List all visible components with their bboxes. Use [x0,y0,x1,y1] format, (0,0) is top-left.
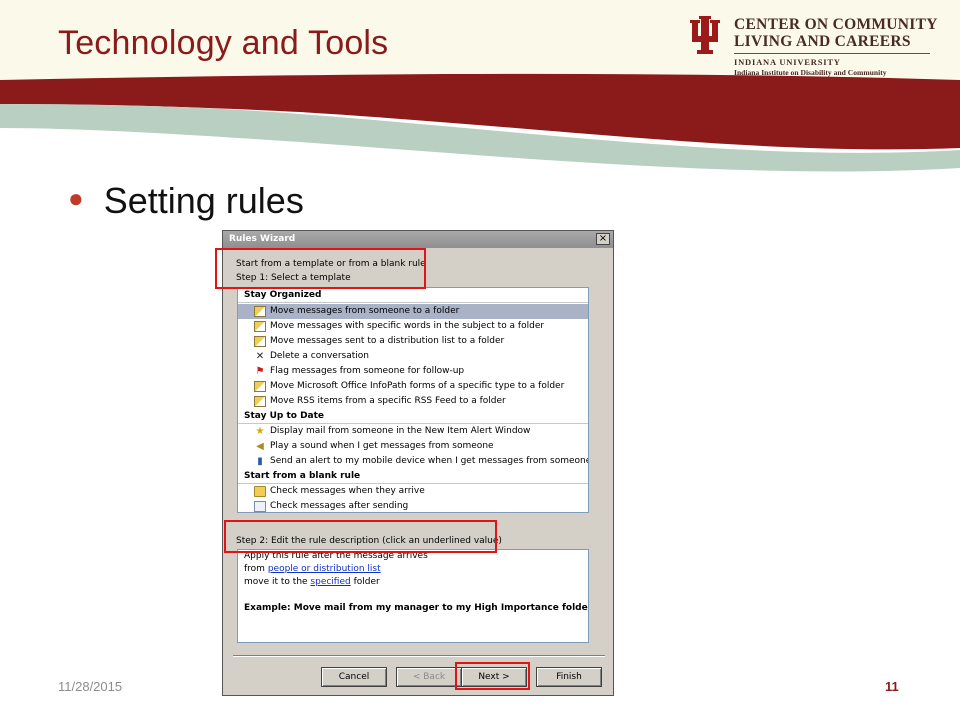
rule-description-box: Apply this rule after the message arrive… [237,549,589,643]
logo-line-2: LIVING AND CAREERS [734,33,911,50]
template-list[interactable]: Stay Organized Move messages from someon… [237,287,589,513]
highlight-step1 [215,248,426,289]
template-label: Check messages after sending [270,501,409,511]
rule-move-text: move it to the [244,577,311,587]
flag-icon: ⚑ [255,366,265,377]
template-item[interactable]: ⚑ Flag messages from someone for follow-… [238,364,588,379]
rule-line-2: from people or distribution list [244,563,381,576]
finish-button[interactable]: Finish [536,667,602,687]
alert-star-icon: ★ [255,426,265,437]
cancel-button[interactable]: Cancel [321,667,387,687]
specified-folder-link[interactable]: specified [310,577,350,587]
rules-wizard-dialog: Rules Wizard × Start from a template or … [222,230,614,696]
logo-line-1: CENTER ON COMMUNITY [734,16,938,33]
mobile-device-icon: ▮ [257,456,263,467]
template-item[interactable]: ✕ Delete a conversation [238,349,588,364]
envelope-folder-icon [254,396,266,407]
template-label: Delete a conversation [270,351,369,361]
template-label: Move messages from someone to a folder [270,306,460,316]
template-item[interactable]: Move RSS items from a specific RSS Feed … [238,394,588,409]
bullet-point: ● Setting rules [68,180,304,222]
dialog-title: Rules Wizard [229,234,296,244]
close-button[interactable]: × [596,233,610,245]
highlight-step2 [224,520,497,553]
template-label: Check messages when they arrive [270,486,425,496]
template-label: Move messages sent to a distribution lis… [270,336,505,346]
envelope-folder-icon [254,336,266,347]
slide: Technology and Tools CENTER ON COMMUNITY… [0,0,960,720]
logo-line-3: INDIANA UNIVERSITY [734,57,841,67]
iu-trident-icon [690,16,720,54]
sent-envelope-icon [254,501,266,512]
bullet-dot-icon: ● [68,183,84,213]
template-label: Display mail from someone in the New Ite… [270,426,531,436]
template-item[interactable]: Move messages from someone to a folder [238,304,588,319]
page-number: 11 [885,679,899,694]
envelope-folder-icon [254,306,266,317]
dialog-titlebar[interactable]: Rules Wizard × [223,231,613,248]
back-button[interactable]: < Back [396,667,462,687]
group-header-stay-up-to-date: Stay Up to Date [238,409,588,424]
template-item[interactable]: ▮ Send an alert to my mobile device when… [238,454,588,469]
template-label: Move Microsoft Office InfoPath forms of … [270,381,565,391]
template-item[interactable]: Move messages with specific words in the… [238,319,588,334]
template-item[interactable]: Move messages sent to a distribution lis… [238,334,588,349]
envelope-folder-icon [254,381,266,392]
slide-title: Technology and Tools [58,24,389,62]
template-item[interactable]: Move Microsoft Office InfoPath forms of … [238,379,588,394]
people-or-list-link[interactable]: people or distribution list [268,564,381,574]
organization-logo: CENTER ON COMMUNITY LIVING AND CAREERS I… [690,16,940,82]
footer-date: 11/28/2015 [58,679,123,694]
template-label: Move RSS items from a specific RSS Feed … [270,396,506,406]
dialog-separator [233,655,605,657]
template-label: Send an alert to my mobile device when I… [270,456,589,466]
rule-line-3: move it to the specified folder [244,576,380,589]
logo-divider [734,53,930,54]
rule-example: Example: Move mail from my manager to my… [244,603,589,613]
template-item[interactable]: ★ Display mail from someone in the New I… [238,424,588,439]
bullet-text: Setting rules [103,180,304,221]
template-label: Play a sound when I get messages from so… [270,441,494,451]
rule-from-text: from [244,564,268,574]
template-label: Flag messages from someone for follow-up [270,366,465,376]
template-item[interactable]: ◀ Play a sound when I get messages from … [238,439,588,454]
delete-x-icon: ✕ [255,351,265,362]
template-label: Move messages with specific words in the… [270,321,545,331]
template-item[interactable]: Check messages after sending [238,499,588,512]
logo-line-4: Indiana Institute on Disability and Comm… [734,68,887,77]
group-header-stay-organized: Stay Organized [238,288,588,303]
speaker-icon: ◀ [256,441,264,452]
group-header-blank-rule: Start from a blank rule [238,469,588,484]
template-item[interactable]: Check messages when they arrive [238,484,588,499]
highlight-next [455,662,530,690]
rule-folder-text: folder [350,577,380,587]
logo-text: CENTER ON COMMUNITY LIVING AND CAREERS I… [734,16,940,78]
envelope-icon [254,486,266,497]
envelope-folder-icon [254,321,266,332]
